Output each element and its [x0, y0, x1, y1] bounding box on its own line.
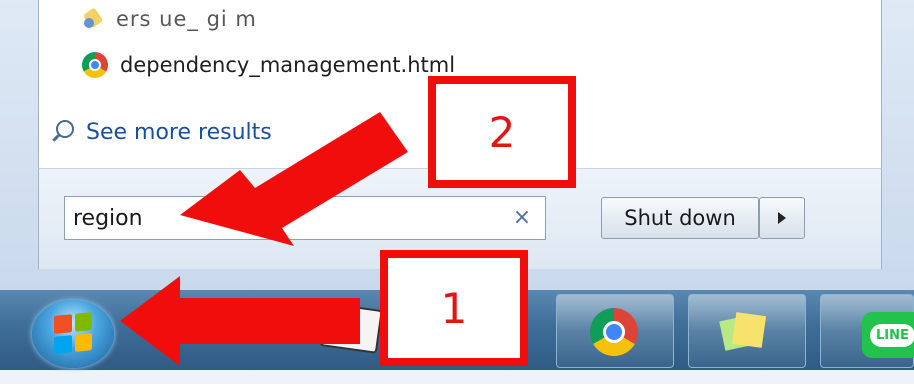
shut-down-button[interactable]: Shut down — [601, 197, 759, 239]
arrow-to-start-button — [120, 276, 360, 366]
windows-logo-icon — [54, 312, 92, 354]
annotation-step-1-label: 1 — [440, 283, 468, 333]
document-icon — [82, 8, 104, 30]
line-app-icon: LINE — [862, 312, 914, 358]
clear-search-icon[interactable]: × — [510, 206, 534, 230]
search-result-item[interactable]: ers ue_ gi m — [82, 4, 257, 34]
chrome-icon — [590, 308, 638, 356]
search-result-label: ers ue_ gi m — [116, 7, 257, 31]
search-result-label: dependency_management.html — [120, 53, 456, 77]
sticky-notes-icon — [722, 312, 766, 352]
arrow-to-search-input — [180, 112, 408, 246]
search-result-item[interactable]: dependency_management.html — [82, 50, 455, 80]
chevron-right-icon — [778, 212, 786, 224]
annotation-step-2: 2 — [428, 76, 576, 188]
annotation-step-2-label: 2 — [488, 107, 516, 157]
annotation-step-1: 1 — [380, 250, 528, 366]
shut-down-options-button[interactable] — [759, 197, 805, 239]
line-logo-text: LINE — [870, 323, 914, 347]
chrome-icon — [82, 52, 108, 78]
search-icon — [50, 118, 76, 146]
